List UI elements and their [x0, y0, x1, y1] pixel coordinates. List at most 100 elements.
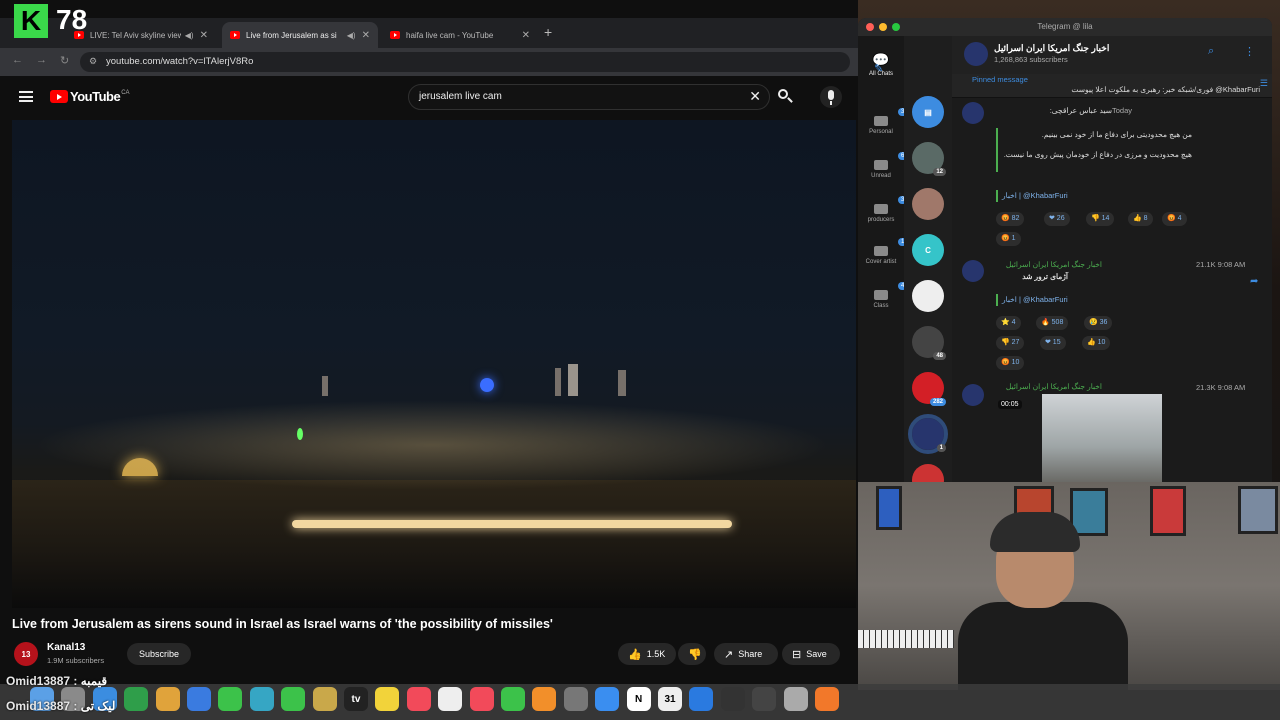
reaction-chip[interactable]: 😡 4 — [1162, 212, 1187, 226]
close-window-icon[interactable] — [866, 23, 874, 31]
reaction-chip[interactable]: 👍 10 — [1082, 336, 1111, 350]
voice-search-icon[interactable] — [820, 86, 842, 108]
new-tab-button[interactable]: + — [544, 24, 552, 40]
signature-text[interactable]: اخبار | @KhabarFuri — [1002, 295, 1068, 304]
reaction-chip[interactable]: ❤ 26 — [1044, 212, 1070, 226]
signature-text[interactable]: اخبار | @KhabarFuri — [1002, 191, 1068, 200]
chat-avatar[interactable]: 12 — [912, 142, 946, 176]
dislike-button[interactable]: 👎 — [678, 643, 706, 665]
close-tab-icon[interactable]: ✕ — [362, 30, 370, 41]
facetime-icon[interactable] — [281, 687, 306, 711]
minimize-window-icon[interactable] — [879, 23, 887, 31]
folder-personal[interactable]: 397 Personal — [858, 108, 915, 135]
folder-producers[interactable]: 3 producers — [858, 196, 908, 223]
clear-search-icon[interactable]: ✕ — [749, 88, 761, 105]
message-avatar[interactable] — [962, 260, 984, 282]
notion-icon[interactable]: N — [626, 687, 651, 711]
reaction-chip[interactable]: 👎 14 — [1086, 212, 1115, 226]
chat-avatar[interactable]: 102 — [912, 464, 944, 482]
forward-icon[interactable]: ➦ — [1250, 276, 1258, 287]
message-channel[interactable]: اخبار جنگ امریکا ایران اسرائیل — [992, 260, 1102, 269]
firefox-icon[interactable] — [815, 687, 839, 711]
maps-icon[interactable] — [249, 687, 274, 711]
share-button[interactable]: ↗ Share — [714, 643, 778, 665]
reaction-chip[interactable]: 👎 27 — [996, 336, 1025, 350]
video-thumbnail[interactable] — [1042, 394, 1162, 482]
menu-icon[interactable] — [19, 91, 33, 102]
reaction-chip[interactable]: 👍 8 — [1128, 212, 1153, 226]
calendar-icon[interactable] — [438, 687, 463, 711]
tab-tel-aviv[interactable]: LIVE: Tel Aviv skyline view ◀) ✕ — [66, 22, 216, 48]
close-tab-icon[interactable]: ✕ — [200, 30, 208, 41]
search-icon[interactable]: ⌕ — [1208, 45, 1214, 58]
message-avatar[interactable] — [962, 102, 984, 124]
tab-haifa[interactable]: haifa live cam - YouTube ✕ — [382, 22, 538, 48]
channel-name[interactable]: Kanal13 — [47, 642, 85, 653]
reaction-chip[interactable]: 😡 82 — [996, 212, 1025, 226]
reaction-chip[interactable]: 😡 10 — [996, 356, 1025, 370]
back-icon[interactable]: ← — [12, 54, 23, 66]
speaker-icon[interactable]: ◀) — [185, 31, 194, 40]
chat-avatar[interactable]: 282 — [912, 372, 946, 406]
news-icon[interactable] — [469, 687, 494, 711]
chat-avatar[interactable]: ▤ — [912, 96, 944, 128]
message-avatar[interactable] — [962, 384, 984, 406]
disk-icon[interactable] — [783, 687, 808, 711]
reaction-chip[interactable]: 🔥 508 — [1036, 316, 1069, 330]
tab-jerusalem[interactable]: Live from Jerusalem as si ◀) ✕ — [222, 22, 378, 48]
reaction-chip[interactable]: ⭐ 4 — [996, 316, 1021, 330]
tv-icon[interactable]: tv — [344, 687, 368, 711]
music-icon[interactable] — [406, 687, 431, 711]
chat-user: Omid13887 : — [6, 674, 78, 688]
mail-icon[interactable] — [187, 687, 211, 711]
close-tab-icon[interactable]: ✕ — [522, 30, 530, 41]
speaker-icon[interactable]: ◀) — [347, 31, 356, 40]
pinned-list-icon[interactable]: ☰ — [1260, 78, 1268, 89]
notes-icon[interactable] — [375, 687, 400, 711]
chat-avatar[interactable]: 48 — [912, 326, 946, 360]
zoom-window-icon[interactable] — [892, 23, 900, 31]
site-info-icon[interactable]: ⚙ — [89, 56, 97, 67]
search-button[interactable] — [774, 86, 796, 108]
chat-avatar-active[interactable]: 1 — [908, 414, 948, 454]
chrome-icon[interactable] — [124, 687, 149, 711]
reaction-chip[interactable]: 😢 36 — [1084, 316, 1113, 330]
settings-icon[interactable] — [563, 687, 588, 711]
unity-icon[interactable] — [752, 687, 777, 711]
search-input[interactable]: jerusalem live cam ✕ — [408, 84, 770, 110]
obs-icon[interactable] — [720, 687, 745, 711]
video-player[interactable] — [12, 120, 856, 608]
calendar-31-icon[interactable]: 31 — [658, 687, 682, 711]
compose-icon[interactable]: ✎ — [874, 62, 883, 75]
pages-icon[interactable] — [532, 687, 557, 711]
folder-unread[interactable]: 645 Unread — [858, 152, 915, 179]
like-button[interactable]: 👍 1.5K — [618, 643, 676, 665]
chat-avatar[interactable]: C — [912, 234, 944, 266]
youtube-logo[interactable]: YouTube CA — [50, 89, 130, 104]
subscribe-button[interactable]: Subscribe — [127, 643, 191, 665]
messages-icon[interactable] — [218, 687, 243, 711]
vpn-icon[interactable] — [689, 687, 714, 711]
folder-cover-artist[interactable]: 1 Cover artist — [858, 238, 908, 265]
reload-icon[interactable]: ↻ — [60, 54, 69, 67]
tab-strip: LIVE: Tel Aviv skyline view ◀) ✕ Live fr… — [0, 18, 858, 48]
forward-icon[interactable]: → — [36, 54, 47, 66]
photos-icon[interactable] — [155, 687, 180, 711]
tab-title: Live from Jerusalem as si — [246, 30, 337, 40]
folder-class[interactable]: 4 Class — [858, 282, 908, 309]
save-button[interactable]: ⊟ Save — [782, 643, 840, 665]
reaction-chip[interactable]: ❤ 15 — [1040, 336, 1066, 350]
appstore-icon[interactable] — [595, 687, 620, 711]
numbers-icon[interactable] — [501, 687, 525, 711]
chat-avatar[interactable] — [912, 188, 944, 220]
message-channel[interactable]: اخبار جنگ امریکا ایران اسرائیل — [992, 382, 1102, 391]
pinned-message[interactable]: Pinned message KhabarFuri@ فوری/شبکه خبر… — [952, 74, 1272, 98]
url-field[interactable]: ⚙ youtube.com/watch?v=lTAlerjV8Ro — [80, 52, 850, 72]
chat-avatar[interactable] — [912, 280, 944, 312]
channel-avatar[interactable]: 13 — [14, 642, 38, 666]
channel-title[interactable]: اخبار جنگ امریکا ایران اسرائیل — [994, 43, 1109, 54]
files-icon[interactable] — [312, 687, 337, 711]
more-options-icon[interactable]: ⋮ — [1244, 45, 1255, 58]
channel-avatar[interactable] — [964, 42, 988, 66]
reaction-chip[interactable]: 😡 1 — [996, 232, 1021, 246]
